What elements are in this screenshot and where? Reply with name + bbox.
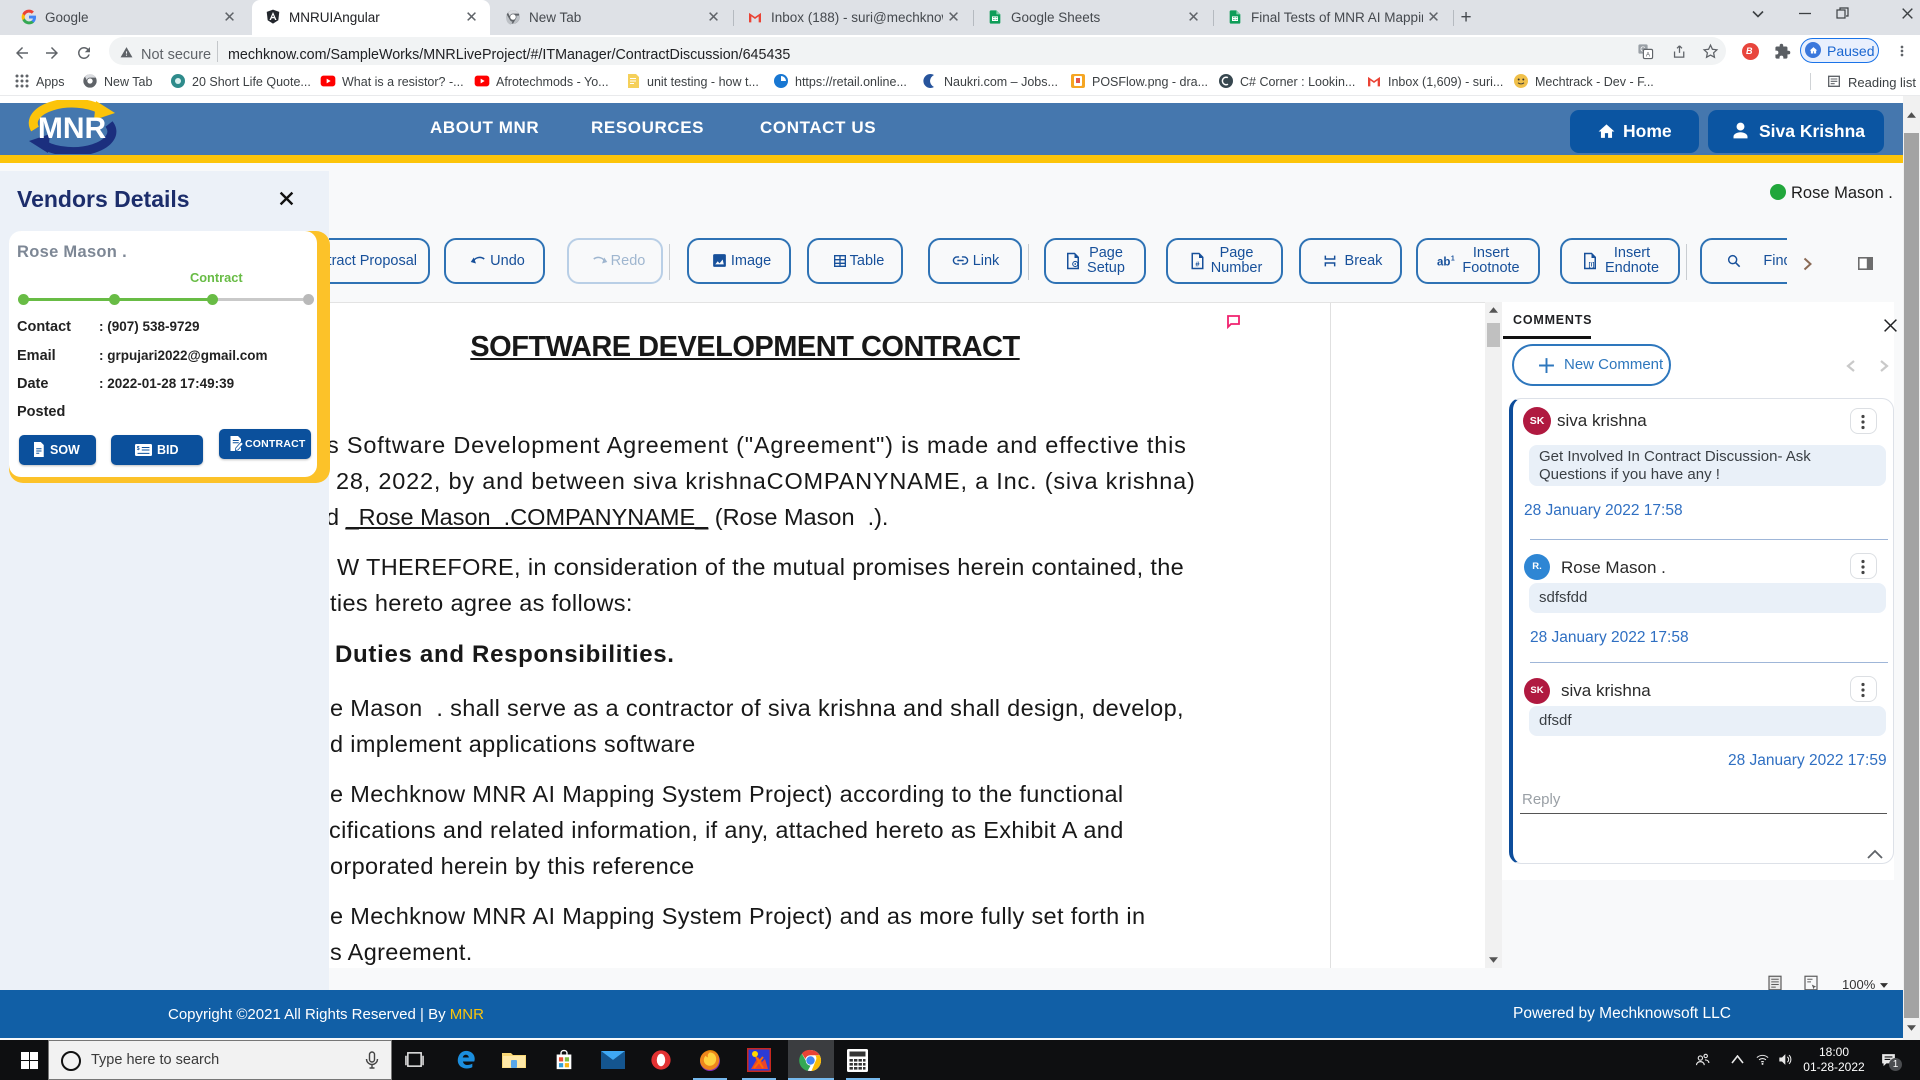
svg-text:A: A	[1646, 51, 1651, 58]
svg-text:$: $	[137, 446, 140, 452]
